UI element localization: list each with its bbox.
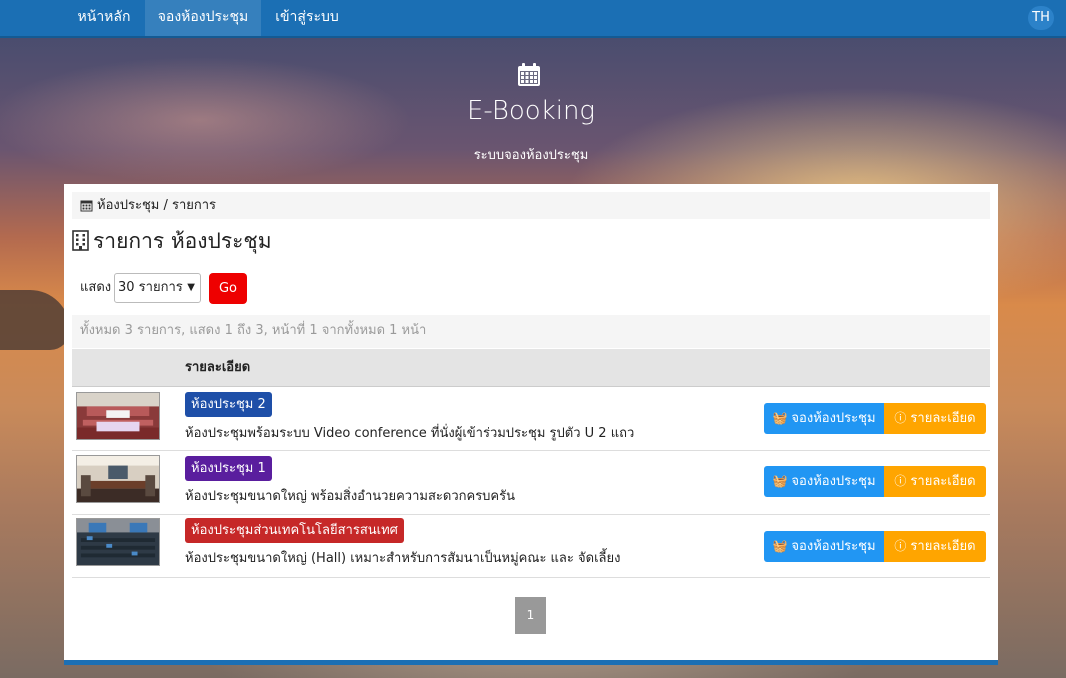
page-size-value: 30 รายการ [118,280,183,295]
room-detail-label: รายละเอียด [910,411,976,426]
info-circle-icon: ⓘ [894,539,907,553]
result-summary: ทั้งหมด 3 รายการ, แสดง 1 ถึง 3, หน้าที่ … [72,315,990,348]
info-circle-icon: ⓘ [894,411,907,425]
basket-icon: 🧺 [772,411,788,425]
language-switch[interactable]: TH [1028,6,1054,30]
chevron-down-icon: ▼ [187,282,195,293]
pagination-page[interactable]: 1 [515,597,546,634]
room-detail-label: รายละเอียด [910,539,976,554]
calendar-icon [518,63,540,86]
nav-booking[interactable]: จองห้องประชุม [145,0,261,36]
top-navbar: หน้าหลัก จองห้องประชุม เข้าสู่ระบบ TH [0,0,1066,38]
book-room-label: จองห้องประชุม [791,539,876,554]
card-bottom-border [64,660,998,665]
room-thumbnail[interactable] [76,518,160,566]
book-room-button[interactable]: 🧺 จองห้องประชุม [764,466,884,497]
book-room-button[interactable]: 🧺 จองห้องประชุม [764,403,884,434]
basket-icon: 🧺 [772,539,788,553]
room-detail-button[interactable]: ⓘ รายละเอียด [884,403,986,434]
site-subtitle: ระบบจองห้องประชุม [473,148,589,163]
background-rock [0,290,70,350]
breadcrumb: ห้องประชุม / รายการ [72,192,990,219]
room-description: ห้องประชุมพร้อมระบบ Video conference ที่… [185,426,635,441]
room-name-badge: ห้องประชุม 2 [185,392,272,417]
building-icon [72,230,89,251]
room-name-badge: ห้องประชุม 1 [185,456,272,481]
room-name-badge: ห้องประชุมส่วนเทคโนโลยีสารสนเทศ [185,518,404,543]
info-circle-icon: ⓘ [894,474,907,488]
page-size-select[interactable]: 30 รายการ ▼ [114,273,201,303]
show-label: แสดง [80,280,112,295]
room-thumbnail[interactable] [76,455,160,503]
room-detail-label: รายละเอียด [910,474,976,489]
page-title-text: รายการ ห้องประชุม [93,229,272,253]
room-detail-button[interactable]: ⓘ รายละเอียด [884,466,986,497]
room-description: ห้องประชุมขนาดใหญ่ (Hall) เหมาะสำหรับการ… [185,551,621,566]
breadcrumb-text[interactable]: ห้องประชุม / รายการ [97,192,216,219]
room-description: ห้องประชุมขนาดใหญ่ พร้อมสิ่งอำนวยความสะด… [185,489,515,504]
calendar-icon [80,200,93,212]
basket-icon: 🧺 [772,474,788,488]
room-detail-button[interactable]: ⓘ รายละเอียด [884,531,986,562]
header-detail: รายละเอียด [185,360,251,375]
nav-login[interactable]: เข้าสู่ระบบ [264,0,350,36]
book-room-button[interactable]: 🧺 จองห้องประชุม [764,531,884,562]
go-button[interactable]: Go [209,273,247,304]
book-room-label: จองห้องประชุม [791,411,876,426]
nav-home[interactable]: หน้าหลัก [66,0,142,36]
room-thumbnail[interactable] [76,392,160,440]
site-title: E-Booking [466,96,596,126]
book-room-label: จองห้องประชุม [791,474,876,489]
